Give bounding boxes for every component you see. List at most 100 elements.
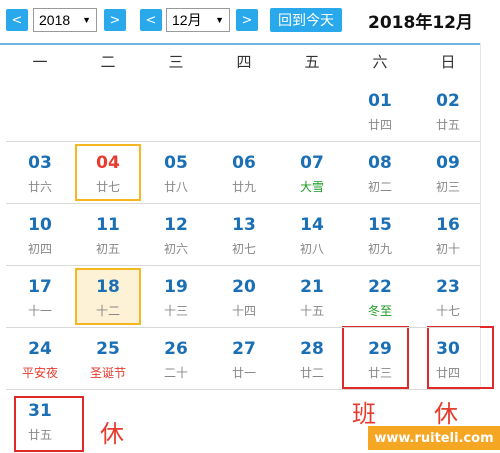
- next-month-button[interactable]: >: [236, 9, 258, 31]
- work-day-annotation: 班: [352, 400, 376, 428]
- lunar-date: 十七: [435, 304, 460, 318]
- lunar-date: 十四: [231, 304, 256, 318]
- lunar-date: 十二: [95, 304, 120, 318]
- day-cell[interactable]: 18 十二: [75, 268, 141, 325]
- day-number: 17: [28, 277, 52, 297]
- lunar-date: 廿六: [27, 180, 52, 194]
- day-number: 02: [436, 91, 460, 111]
- lunar-date: 大雪: [299, 180, 324, 194]
- day-number: 23: [436, 277, 460, 297]
- day-cell[interactable]: 27 廿一: [211, 330, 277, 387]
- day-cell[interactable]: 11 初五: [75, 206, 141, 263]
- lunar-date: 十三: [163, 304, 188, 318]
- calendar-toolbar: < 2018 ▼ > < 12月 ▼ > 回到今天 2018年12月: [0, 0, 500, 40]
- day-number: 03: [28, 153, 52, 173]
- day-cell[interactable]: 06 廿九: [211, 144, 277, 201]
- day-cell[interactable]: 24 平安夜: [7, 330, 73, 387]
- day-cell[interactable]: 22 冬至: [347, 268, 413, 325]
- day-cell[interactable]: 08 初二: [347, 144, 413, 201]
- day-number: 16: [436, 215, 460, 235]
- day-cell[interactable]: 15 初九: [347, 206, 413, 263]
- year-select-value: 2018: [39, 12, 71, 28]
- lunar-date: 廿二: [299, 366, 324, 380]
- lunar-date: 平安夜: [21, 366, 58, 380]
- day-cell[interactable]: 12 初六: [143, 206, 209, 263]
- prev-year-button[interactable]: <: [6, 9, 28, 31]
- lunar-date: 廿四: [367, 118, 392, 132]
- lunar-date: 初三: [435, 180, 460, 194]
- weekday-label: 二: [100, 53, 116, 71]
- day-number: 04: [96, 153, 120, 173]
- lunar-date: 十五: [299, 304, 324, 318]
- day-number: 10: [28, 215, 52, 235]
- next-year-button[interactable]: >: [104, 9, 126, 31]
- weekday-label: 六: [372, 53, 388, 71]
- rest-day-annotation: 休: [434, 400, 458, 428]
- day-cell[interactable]: 04 廿七: [75, 144, 141, 201]
- day-cell[interactable]: 13 初七: [211, 206, 277, 263]
- day-cell[interactable]: 01 廿四: [347, 82, 413, 139]
- row-divider: [6, 265, 480, 266]
- day-cell[interactable]: 21 十五: [279, 268, 345, 325]
- lunar-date: 初九: [367, 242, 392, 256]
- day-cell[interactable]: 23 十七: [415, 268, 481, 325]
- caret-down-icon: ▼: [215, 15, 224, 25]
- day-number: 22: [368, 277, 392, 297]
- day-number: 09: [436, 153, 460, 173]
- lunar-date: 初七: [231, 242, 256, 256]
- day-number: 07: [300, 153, 324, 173]
- month-select-value: 12月: [172, 12, 202, 28]
- day-number: 25: [96, 339, 120, 359]
- day-cell[interactable]: 25 圣诞节: [75, 330, 141, 387]
- calendar-title: 2018年12月: [368, 13, 473, 33]
- weekday-label: 三: [168, 53, 184, 71]
- day-cell[interactable]: 09 初三: [415, 144, 481, 201]
- day-cell[interactable]: 03 廿六: [7, 144, 73, 201]
- weekday-label: 五: [304, 53, 320, 71]
- month-select[interactable]: 12月 ▼: [166, 8, 230, 32]
- day-cell[interactable]: 16 初十: [415, 206, 481, 263]
- weekday-label: 日: [440, 53, 456, 71]
- lunar-date: 初二: [367, 180, 392, 194]
- day-number: 11: [96, 215, 120, 235]
- day-cell[interactable]: 20 十四: [211, 268, 277, 325]
- day-cell[interactable]: 05 廿八: [143, 144, 209, 201]
- day-number: 15: [368, 215, 392, 235]
- lunar-date: 廿八: [163, 180, 188, 194]
- back-to-today-button[interactable]: 回到今天: [270, 8, 342, 32]
- day-cell[interactable]: 10 初四: [7, 206, 73, 263]
- caret-down-icon: ▼: [82, 15, 91, 25]
- weekday-label: 一: [32, 53, 48, 71]
- lunar-date: 冬至: [367, 304, 392, 318]
- day-cell[interactable]: 28 廿二: [279, 330, 345, 387]
- lunar-date: 二十: [163, 366, 188, 380]
- lunar-date: 圣诞节: [89, 366, 126, 380]
- rest-day-annotation: 休: [100, 420, 124, 448]
- row-divider: [6, 203, 480, 204]
- day-number: 08: [368, 153, 392, 173]
- day-cell[interactable]: 26 二十: [143, 330, 209, 387]
- day-cell[interactable]: 17 十一: [7, 268, 73, 325]
- day-number: 28: [300, 339, 324, 359]
- lunar-date: 初四: [27, 242, 52, 256]
- day-cell[interactable]: 02 廿五: [415, 82, 481, 139]
- prev-month-button[interactable]: <: [140, 9, 162, 31]
- day-number: 26: [164, 339, 188, 359]
- site-watermark: www.ruiteli.com: [368, 426, 500, 450]
- work-day-highlight-box: [342, 326, 409, 389]
- day-cell[interactable]: 14 初八: [279, 206, 345, 263]
- day-number: 27: [232, 339, 256, 359]
- day-number: 12: [164, 215, 188, 235]
- day-number: 05: [164, 153, 188, 173]
- weekday-label: 四: [236, 53, 252, 71]
- lunar-date: 十一: [27, 304, 52, 318]
- year-select[interactable]: 2018 ▼: [33, 8, 97, 32]
- day-cell[interactable]: 19 十三: [143, 268, 209, 325]
- day-number: 21: [300, 277, 324, 297]
- day-cell[interactable]: 07 大雪: [279, 144, 345, 201]
- lunar-date: 初十: [435, 242, 460, 256]
- lunar-date: 廿五: [435, 118, 460, 132]
- day-number: 06: [232, 153, 256, 173]
- row-divider: [6, 141, 480, 142]
- lunar-date: 初五: [95, 242, 120, 256]
